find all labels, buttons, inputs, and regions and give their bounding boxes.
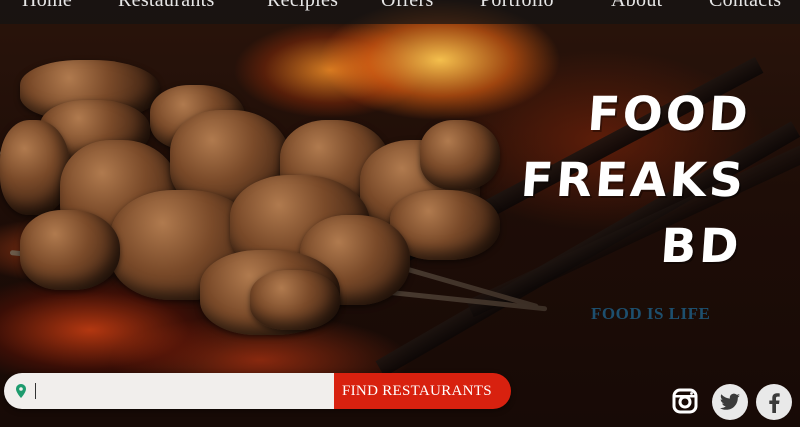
- text-caret: [35, 383, 36, 399]
- restaurant-search: FIND RESTAURANTS: [4, 373, 511, 409]
- location-pin-icon: [16, 384, 26, 398]
- find-restaurants-button[interactable]: FIND RESTAURANTS: [334, 373, 511, 409]
- meat-chunk: [20, 210, 120, 290]
- nav-item-about[interactable]: About: [611, 0, 663, 12]
- twitter-icon: [712, 384, 748, 420]
- tagline: FOOD IS LIFE: [591, 304, 711, 323]
- facebook-icon: [756, 384, 792, 420]
- nav-item-offers[interactable]: Offers: [381, 0, 434, 12]
- site-title-line: FREAKS: [519, 152, 748, 208]
- twitter-link[interactable]: [711, 383, 749, 421]
- top-nav: Home Restaurants Recipies Offers Portfol…: [0, 0, 800, 24]
- nav-item-home[interactable]: Home: [22, 0, 72, 12]
- location-field[interactable]: [4, 373, 334, 409]
- instagram-icon: [672, 388, 698, 414]
- site-title-line: FOOD: [585, 87, 753, 142]
- instagram-link[interactable]: [672, 388, 698, 414]
- location-input[interactable]: [32, 373, 332, 409]
- nav-item-restaurants[interactable]: Restaurants: [118, 0, 215, 12]
- site-title-line: BD: [658, 218, 744, 274]
- nav-item-contacts[interactable]: Contacts: [709, 0, 781, 12]
- meat-chunk: [250, 270, 340, 330]
- nav-item-portfolio[interactable]: Portfolio: [480, 0, 554, 12]
- meat-chunk: [420, 120, 500, 190]
- site-title: FOOD FREAKS BD: [514, 82, 753, 279]
- facebook-link[interactable]: [755, 383, 793, 421]
- nav-item-recipies[interactable]: Recipies: [267, 0, 338, 12]
